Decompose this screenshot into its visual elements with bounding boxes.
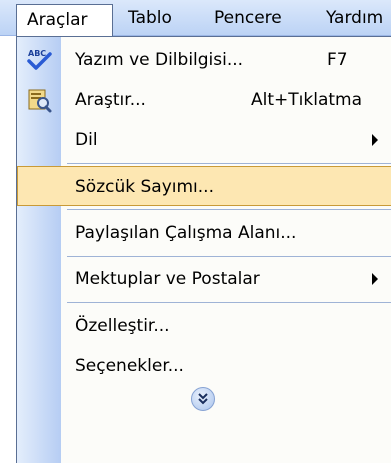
menu-item-customize[interactable]: Özelleştir... (17, 306, 391, 346)
research-icon (25, 86, 53, 114)
menu-pencere-label: Pencere (214, 8, 282, 28)
svg-text:ABC: ABC (28, 49, 46, 58)
menu-tablo[interactable]: Tablo (128, 5, 172, 31)
menu-item-letters-mailings[interactable]: Mektuplar ve Postalar (17, 259, 391, 299)
menu-item-shortcut: F7 (327, 50, 348, 70)
menu-separator (67, 256, 391, 257)
tools-dropdown-menu: ABC Yazım ve Dilbilgisi... F7 Araştır...… (16, 36, 391, 463)
menu-item-research[interactable]: Araştır... Alt+Tıklatma (17, 80, 391, 120)
menu-separator (67, 209, 391, 210)
menu-item-spelling-grammar[interactable]: ABC Yazım ve Dilbilgisi... F7 (17, 40, 391, 80)
menu-item-shortcut: Alt+Tıklatma (251, 90, 362, 110)
spelling-check-icon: ABC (25, 46, 53, 74)
expand-chevron-icon (191, 387, 215, 411)
menu-item-options[interactable]: Seçenekler... (17, 346, 391, 386)
menu-item-language[interactable]: Dil (17, 120, 391, 160)
menu-item-label: Mektuplar ve Postalar (75, 269, 260, 289)
menu-tablo-label: Tablo (128, 8, 172, 28)
menu-item-label: Özelleştir... (75, 316, 170, 336)
menu-yardim-label: Yardım (326, 8, 384, 28)
menu-araclar-label: Araçlar (27, 10, 88, 30)
menu-pencere[interactable]: Pencere (214, 5, 282, 31)
menu-item-label: Araştır... (75, 90, 146, 110)
menu-item-label: Sözcük Sayımı... (75, 177, 214, 197)
submenu-arrow-icon (372, 134, 378, 146)
menu-item-label: Paylaşılan Çalışma Alanı... (75, 223, 297, 243)
menu-bar: Araçlar Tablo Pencere Yardım (0, 0, 391, 37)
menu-item-label: Dil (75, 130, 98, 150)
menu-separator (67, 163, 391, 164)
menu-item-word-count[interactable]: Sözcük Sayımı... (17, 166, 391, 206)
menu-separator (67, 302, 391, 303)
menu-item-shared-workspace[interactable]: Paylaşılan Çalışma Alanı... (17, 213, 391, 253)
menu-expand-button[interactable] (17, 381, 391, 417)
menu-item-label: Yazım ve Dilbilgisi... (75, 50, 244, 70)
menu-araclar[interactable]: Araçlar (16, 4, 113, 37)
menu-item-label: Seçenekler... (75, 356, 184, 376)
submenu-arrow-icon (372, 273, 378, 285)
menu-yardim[interactable]: Yardım (326, 5, 383, 31)
